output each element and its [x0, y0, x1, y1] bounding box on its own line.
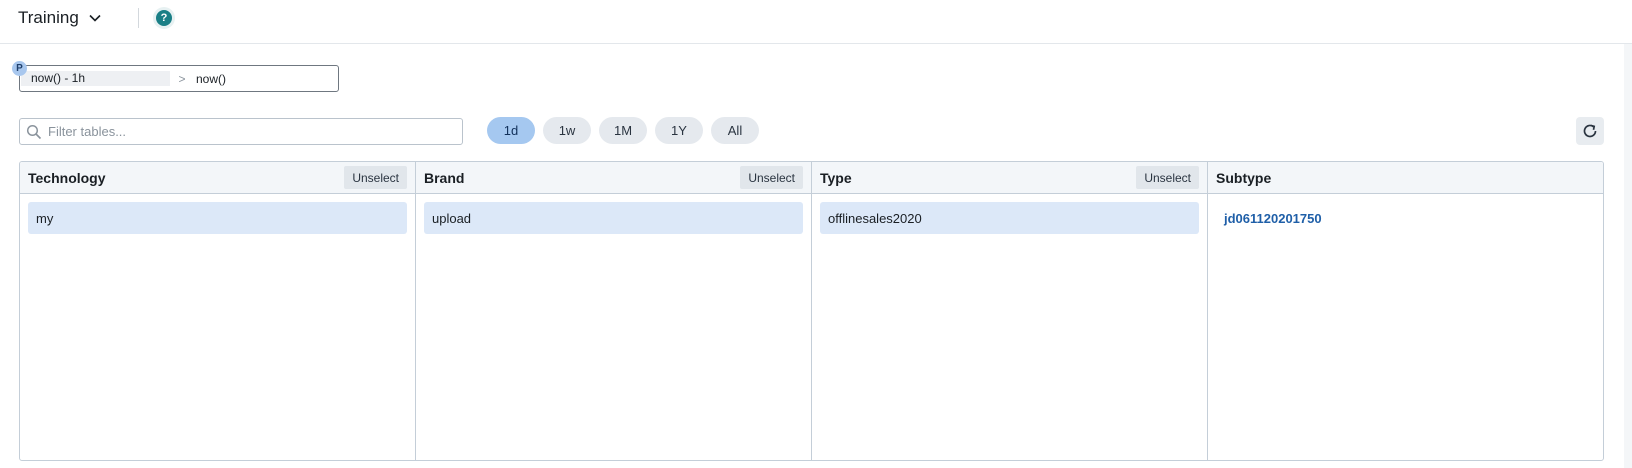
unselect-brand-button[interactable]: Unselect	[740, 166, 803, 189]
column-subtype: Subtype jd061120201750	[1208, 162, 1603, 460]
period-1y-button[interactable]: 1Y	[655, 117, 703, 144]
column-header: Technology Unselect	[20, 162, 415, 194]
column-title: Subtype	[1216, 169, 1272, 186]
column-title: Technology	[28, 169, 106, 186]
page-scrollbar[interactable]	[1624, 44, 1632, 468]
column-list: offlinesales2020	[812, 194, 1207, 242]
column-list: my	[20, 194, 415, 242]
refresh-button[interactable]	[1576, 117, 1604, 145]
column-header: Subtype	[1208, 162, 1603, 194]
column-technology: Technology Unselect my	[20, 162, 416, 460]
chevron-down-icon	[89, 14, 101, 22]
list-item[interactable]: upload	[424, 202, 803, 234]
chevron-right-icon: >	[178, 71, 186, 86]
filter-tables-input[interactable]	[48, 124, 448, 139]
search-icon	[26, 124, 42, 139]
period-all-button[interactable]: All	[711, 117, 759, 144]
list-item[interactable]: offlinesales2020	[820, 202, 1199, 234]
period-selector: 1d 1w 1M 1Y All	[487, 117, 759, 144]
column-title: Brand	[424, 169, 465, 186]
workspace-title: Training	[18, 8, 79, 27]
table-browser: Technology Unselect my Brand Unselect up…	[19, 161, 1604, 461]
column-list: upload	[416, 194, 811, 242]
time-range-from[interactable]: now() - 1h	[21, 71, 170, 86]
list-item[interactable]: my	[28, 202, 407, 234]
column-header: Brand Unselect	[416, 162, 811, 194]
time-range-badge: P	[12, 61, 27, 76]
period-1m-button[interactable]: 1M	[599, 117, 647, 144]
column-type: Type Unselect offlinesales2020	[812, 162, 1208, 460]
help-button[interactable]: ?	[153, 7, 175, 29]
workspace-dropdown[interactable]: Training	[18, 6, 102, 30]
refresh-icon	[1583, 124, 1597, 138]
period-1w-button[interactable]: 1w	[543, 117, 591, 144]
column-brand: Brand Unselect upload	[416, 162, 812, 460]
filter-tables-field[interactable]	[19, 118, 463, 145]
column-header: Type Unselect	[812, 162, 1207, 194]
column-list: jd061120201750	[1208, 194, 1603, 242]
time-range-picker[interactable]: now() - 1h > now()	[19, 65, 339, 92]
unselect-type-button[interactable]: Unselect	[1136, 166, 1199, 189]
top-bar: Training ?	[0, 0, 1632, 44]
period-1d-button[interactable]: 1d	[487, 117, 535, 144]
divider	[138, 8, 139, 28]
unselect-technology-button[interactable]: Unselect	[344, 166, 407, 189]
list-item-link[interactable]: jd061120201750	[1216, 202, 1595, 234]
column-title: Type	[820, 169, 852, 186]
time-range-to[interactable]: now()	[194, 72, 226, 86]
help-icon: ?	[156, 10, 172, 26]
